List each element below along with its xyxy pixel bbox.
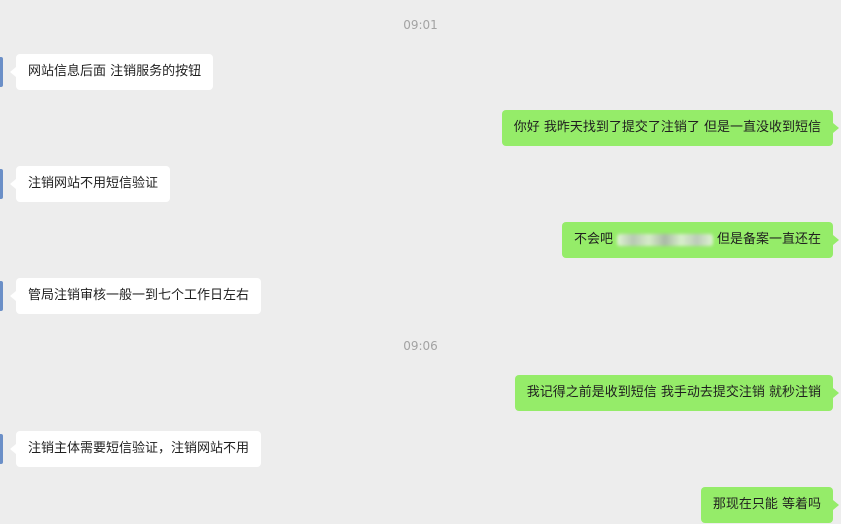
message-outgoing[interactable]: 我记得之前是收到短信 我手动去提交注销 就秒注销: [514, 375, 840, 411]
timestamp: 09:01: [403, 18, 438, 32]
contact-avatar-edge[interactable]: [0, 281, 3, 311]
message-incoming[interactable]: 注销主体需要短信验证，注销网站不用: [9, 431, 262, 467]
message-outgoing[interactable]: 不会吧 但是备案一直还在: [561, 222, 840, 258]
message-text-after: 但是备案一直还在: [716, 232, 821, 247]
message-incoming[interactable]: 管局注销审核一般一到七个工作日左右: [9, 278, 262, 314]
message-outgoing[interactable]: 那现在只能 等着吗: [700, 487, 840, 523]
message-text: 那现在只能 等着吗: [712, 497, 821, 512]
timestamp: 09:06: [403, 339, 438, 353]
message-text: 注销主体需要短信验证，注销网站不用: [28, 441, 250, 456]
message-text-before: 不会吧: [573, 232, 613, 247]
message-incoming[interactable]: 网站信息后面 注销服务的按钮: [9, 54, 214, 90]
contact-avatar-edge[interactable]: [0, 169, 3, 199]
contact-avatar-edge[interactable]: [0, 434, 3, 464]
message-text: 你好 我昨天找到了提交了注销了 但是一直没收到短信: [513, 120, 821, 135]
contact-avatar-edge[interactable]: [0, 57, 3, 87]
message-text: 注销网站不用短信验证: [28, 176, 159, 191]
message-text: 管局注销审核一般一到七个工作日左右: [28, 288, 250, 303]
message-outgoing[interactable]: 你好 我昨天找到了提交了注销了 但是一直没收到短信: [501, 110, 840, 146]
message-incoming[interactable]: 注销网站不用短信验证: [9, 166, 171, 202]
redacted-text: [616, 233, 713, 246]
message-text: 我记得之前是收到短信 我手动去提交注销 就秒注销: [526, 385, 821, 400]
message-text: 网站信息后面 注销服务的按钮: [28, 64, 202, 79]
